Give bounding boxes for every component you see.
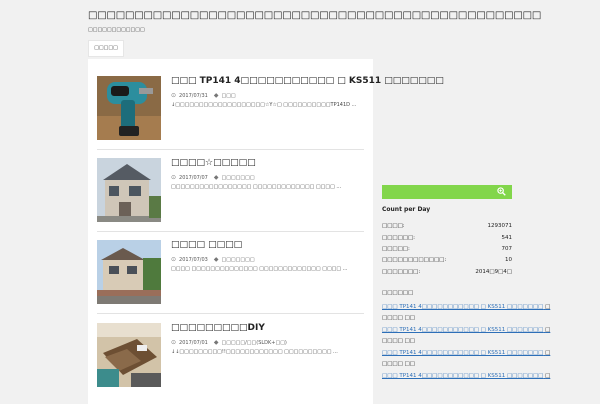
stat-label: □□□□□: [382, 246, 410, 252]
post-thumbnail[interactable] [97, 323, 161, 387]
clock-icon: ⊙ [171, 339, 177, 346]
post-date: 2017/07/07 [179, 174, 208, 181]
post-excerpt: ↓□□□□□□□□□□□□□□□□□□□☆Y☆□ □□□□□□□□□□TP141… [171, 102, 357, 108]
search-bar[interactable] [382, 185, 512, 199]
site-title[interactable]: □□□□□□□□□□□□□□□□□□□□□□□□□□□□□□□□□□□□□□□□… [88, 10, 541, 21]
clock-icon: ⊙ [171, 256, 177, 263]
post-excerpt: ↓↓□□□□□□□□□!!□□□□□□□□□□□□ □□□□□□□□□□ ... [171, 349, 338, 355]
recent-post-link[interactable]: □□□ TP141 4□□□□□□□□□□□ □ KS511 □□□□□□□ □ [382, 350, 550, 356]
search-icon[interactable] [497, 187, 506, 199]
post-thumbnail[interactable] [97, 76, 161, 140]
stat-label: □□□□□□: [382, 235, 416, 241]
post-date: 2017/07/03 [179, 256, 208, 263]
stat-label: □□□□: [382, 223, 405, 229]
post-list: □□□ TP141 4□□□□□□□□□□□ □ KS511 □□□□□□□ ⊙… [88, 59, 444, 404]
post-meta: ⊙ 2017/07/31 ◆ □□□ [171, 92, 236, 99]
widget-title: Count per Day [382, 206, 431, 213]
post-item: □□□□□□□□□DIY ⊙ 2017/07/01 ◆ □□□□□/□□(SLD… [97, 323, 364, 389]
post-title[interactable]: □□□□ □□□□ [171, 240, 242, 250]
post-meta: ⊙ 2017/07/07 ◆ □□□□□□□ [171, 174, 255, 181]
post-category[interactable]: □□□□□□□ [221, 175, 254, 181]
stat-value: 707 [501, 246, 513, 252]
recent-post-line: □□□□ □□ [382, 338, 415, 344]
post-title[interactable]: □□□□☆□□□□□ [171, 158, 256, 168]
site-description: □□□□□□□□□□□□ [88, 27, 145, 33]
post-item: □□□□ □□□□ ⊙ 2017/07/03 ◆ □□□□□□□ □□□□ □□… [97, 240, 364, 306]
post-excerpt: □□□□□□□□□□□□□□□□□ □□□□□□□□□□□□□ □□□□ ... [171, 184, 342, 190]
recent-post-link[interactable]: □□□ TP141 4□□□□□□□□□□□ □ KS511 □□□□□□□ □ [382, 373, 550, 379]
post-item: □□□□☆□□□□□ ⊙ 2017/07/07 ◆ □□□□□□□ □□□□□□… [97, 158, 364, 224]
post-divider [97, 313, 364, 314]
stat-value: 541 [501, 235, 513, 241]
recent-post-line: □□□□ □□ [382, 315, 415, 321]
recent-post-link[interactable]: □□□ TP141 4□□□□□□□□□□□ □ KS511 □□□□□□□ □ [382, 327, 550, 333]
clock-icon: ⊙ [171, 174, 177, 181]
post-thumbnail[interactable] [97, 240, 161, 304]
post-category[interactable]: □□□ [221, 93, 235, 99]
post-title[interactable]: □□□ TP141 4□□□□□□□□□□□ □ KS511 □□□□□□□ [171, 76, 444, 86]
tag-icon: ◆ [213, 92, 219, 99]
post-title[interactable]: □□□□□□□□□DIY [171, 323, 265, 333]
recent-post-link[interactable]: □□□ TP141 4□□□□□□□□□□□ □ KS511 □□□□□□□ □ [382, 304, 550, 310]
post-category[interactable]: □□□□□/□□(SLDK+□□) [221, 340, 286, 346]
post-divider [97, 149, 364, 150]
post-item: □□□ TP141 4□□□□□□□□□□□ □ KS511 □□□□□□□ ⊙… [97, 76, 444, 142]
post-meta: ⊙ 2017/07/03 ◆ □□□□□□□ [171, 256, 255, 263]
post-excerpt: □□□□ □□□□□□□□□□□□□□ □□□□□□□□□□□□□ □□□□ .… [171, 266, 348, 272]
stat-value: 2014□9□4□ [475, 269, 512, 275]
tag-icon: ◆ [213, 339, 219, 346]
nav-item-home[interactable]: □□□□□ [88, 40, 124, 57]
stat-label: □□□□□□□□□□□□: [382, 257, 447, 263]
recent-posts-title: □□□□□□ [382, 290, 414, 296]
clock-icon: ⊙ [171, 92, 177, 99]
tag-icon: ◆ [213, 256, 219, 263]
post-thumbnail[interactable] [97, 158, 161, 222]
stat-value: 1293071 [487, 223, 513, 229]
recent-post-line: □□□□ □□ [382, 361, 415, 367]
post-date: 2017/07/31 [179, 92, 208, 99]
stat-value: 10 [505, 257, 512, 263]
post-divider [97, 231, 364, 232]
stat-label: □□□□□□□: [382, 269, 421, 275]
post-meta: ⊙ 2017/07/01 ◆ □□□□□/□□(SLDK+□□) [171, 339, 287, 346]
post-date: 2017/07/01 [179, 339, 208, 346]
tag-icon: ◆ [213, 174, 219, 181]
post-category[interactable]: □□□□□□□ [221, 257, 254, 263]
